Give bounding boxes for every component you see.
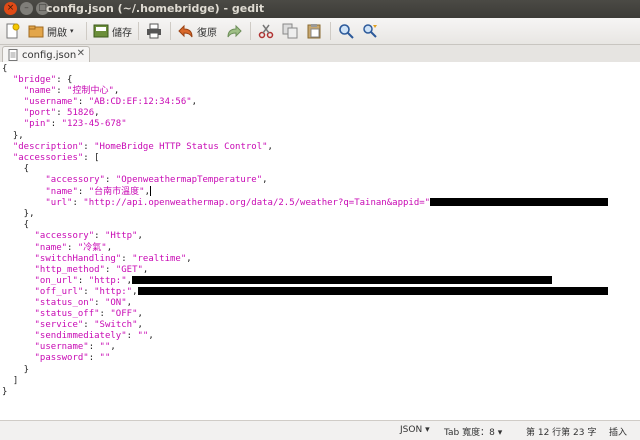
window-title: config.json (~/.homebridge) - gedit [46,2,265,15]
toolbar-separator [138,22,139,40]
code-line: ] [2,375,19,386]
code-line: }, [2,209,35,220]
print-icon [146,23,162,39]
chevron-down-icon: ▾ [497,428,503,438]
gedit-window: × – □ config.json (~/.homebridge) - gedi… [0,0,640,440]
language-selector[interactable]: JSON ▾ [400,425,430,435]
toolbar-separator [170,22,171,40]
search-icon [338,23,354,39]
open-label: 開啟 [47,27,67,39]
code-line: "description": "HomeBridge HTTP Status C… [12,141,273,152]
new-document-icon [4,23,20,39]
tab-width-selector[interactable]: Tab 寬度：8 ▾ [444,425,502,438]
open-folder-icon [28,23,44,39]
code-line-redacted: "off_url": "http:", [2,286,608,297]
redo-button[interactable] [226,20,242,42]
open-button[interactable]: 開啟 ▾ [28,20,74,42]
code-line: "status_on": "ON", [34,297,133,308]
code-line: "service": "Switch", [34,320,143,331]
code-line: "http_method": "GET", [34,264,149,275]
code-line: "name": "控制中心", [23,86,120,97]
code-line: "url": "http://api.openweathermap.org/da… [45,198,431,209]
tab-config-json[interactable]: config.json ✕ [2,46,90,63]
code-line: "sendimmediately": "", [34,331,154,342]
insert-mode: 插入 [609,428,628,438]
text-cursor [149,186,151,197]
chevron-down-icon[interactable]: ▾ [70,27,74,35]
code-line: "accessory": "Http", [34,231,143,242]
save-label: 儲存 [112,27,132,39]
code-line: "off_url": "http:", [34,286,138,297]
undo-button[interactable]: 復原 [178,20,217,42]
document-tab-bar: config.json ✕ [0,45,640,63]
redaction-bar [430,198,609,207]
save-button[interactable]: 儲存 [93,20,132,42]
code-line: "accessories": [ [12,152,100,163]
code-line: "on_url": "http:", [34,275,133,286]
code-line: { [2,220,30,231]
code-line: { [2,64,8,74]
code-line: } [2,386,8,397]
code-line: }, [2,130,24,141]
new-button[interactable] [4,20,20,42]
code-line: "bridge": { [12,75,73,86]
toolbar-separator [330,22,331,40]
tab-width-label: Tab 寬度：8 [444,428,495,438]
copy-button[interactable] [282,20,298,42]
undo-icon [178,23,194,39]
code-line: "password": "" [34,353,111,364]
redo-icon [226,23,242,39]
cut-icon [258,23,274,39]
code-line: } [2,364,30,375]
text-editor[interactable]: { "bridge": { "name": "控制中心", "username"… [0,62,640,420]
code-line: "accessory": "OpenweathermapTemperature"… [45,174,268,185]
close-icon: × [6,3,15,13]
minimize-icon: – [24,3,29,13]
paste-button[interactable] [306,20,322,42]
find-replace-icon [362,23,378,39]
tab-label: config.json [22,49,77,61]
cursor-position: 第 12 行第 23 字 [526,428,597,438]
print-button[interactable] [146,20,162,42]
close-tab-icon[interactable]: ✕ [77,48,85,59]
cut-button[interactable] [258,20,274,42]
code-line: "pin": "123-45-678" [23,119,127,130]
replace-button[interactable] [362,20,378,42]
language-label: JSON [400,425,423,435]
chevron-down-icon: ▾ [425,425,430,435]
close-window-button[interactable]: × [4,2,17,15]
undo-label: 復原 [197,27,217,39]
code-line: "name": "冷氣", [34,242,113,253]
paste-icon [306,23,322,39]
code-line: "switchHandling": "realtime", [34,253,192,264]
code-line: "username": "AB:CD:EF:12:34:56", [23,97,198,108]
window-controls: × – □ [4,2,49,15]
toolbar: 開啟 ▾ 儲存 復原 [0,18,640,45]
save-icon [93,23,109,39]
code-line: "port": 51826, [23,108,100,119]
redaction-bar [137,286,608,295]
code-line: { [2,163,30,174]
title-bar[interactable]: × – □ config.json (~/.homebridge) - gedi… [0,0,640,18]
status-bar: JSON ▾ Tab 寬度：8 ▾ 第 12 行第 23 字 插入 [0,420,640,440]
toolbar-separator [250,22,251,40]
document-icon [7,49,19,61]
redaction-bar [132,275,553,284]
toolbar-separator [86,22,87,40]
code-line-redacted: "url": "http://api.openweathermap.org/da… [2,198,609,209]
code-line-redacted: "on_url": "http:", [2,275,553,286]
code-view[interactable]: { "bridge": { "name": "控制中心", "username"… [2,64,609,398]
minimize-window-button[interactable]: – [20,2,33,15]
code-line: "name": "台南市溫度", [45,187,150,198]
code-line-caret: "name": "台南市溫度", [2,186,151,198]
find-button[interactable] [338,20,354,42]
code-line: "username": "", [34,342,116,353]
code-line: "status_off": "OFF", [34,309,143,320]
copy-icon [282,23,298,39]
